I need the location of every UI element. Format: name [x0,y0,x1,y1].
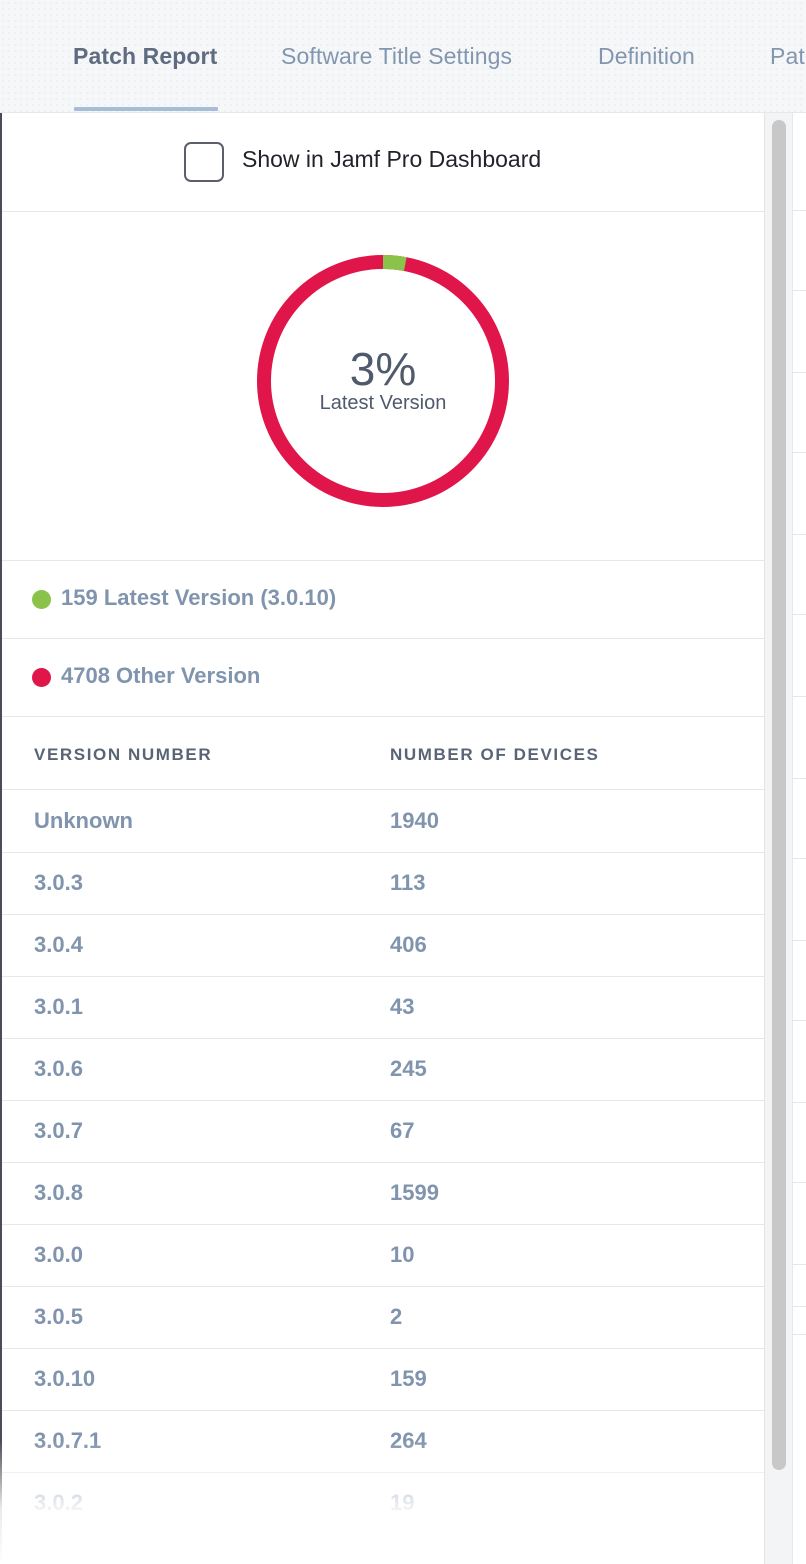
table-row[interactable]: 3.0.2 19 [2,1472,764,1534]
adjacent-panel-divider [793,858,806,859]
latest-version-caption: Latest Version [319,392,447,414]
patch-report-page: Patch Report Software Title Settings Def… [0,0,806,1564]
active-tab-indicator [74,107,218,111]
adjacent-panel-divider [793,614,806,615]
version-number-cell[interactable]: Unknown [34,808,133,834]
version-number-cell[interactable]: 3.0.6 [34,1056,83,1082]
adjacent-panel-divider [793,1306,806,1307]
legend-latest-label[interactable]: 159 Latest Version (3.0.10) [61,585,336,611]
table-row[interactable]: 3.0.3 113 [2,852,764,915]
table-row[interactable]: 3.0.7.1 264 [2,1410,764,1473]
adjacent-panel-divider [793,1020,806,1021]
adjacent-panel-divider [793,290,806,291]
tab-patch-report[interactable]: Patch Report [73,43,217,70]
adjacent-panel-divider [793,696,806,697]
device-count-cell[interactable]: 159 [390,1366,427,1392]
patch-report-panel: Show in Jamf Pro Dashboard 3% Latest Ver… [0,113,764,1564]
column-header-version-number[interactable]: VERSION NUMBER [34,745,212,765]
table-row[interactable]: 3.0.8 1599 [2,1162,764,1225]
version-number-cell[interactable]: 3.0.10 [34,1366,95,1392]
scrollbar-thumb[interactable] [772,120,786,1470]
version-number-cell[interactable]: 3.0.4 [34,932,83,958]
device-count-cell[interactable]: 2 [390,1304,402,1330]
device-count-cell[interactable]: 10 [390,1242,414,1268]
tab-patch-partial[interactable]: Pat [770,43,805,70]
legend-other-version[interactable]: 4708 Other Version [2,639,764,717]
table-row[interactable]: 3.0.5 2 [2,1286,764,1349]
version-number-cell[interactable]: 3.0.1 [34,994,83,1020]
version-number-cell[interactable]: 3.0.3 [34,870,83,896]
adjacent-panel-divider [793,452,806,453]
table-row[interactable]: 3.0.1 43 [2,976,764,1039]
version-number-cell[interactable]: 3.0.7.1 [34,1428,101,1454]
adjacent-panel-divider [793,778,806,779]
show-in-dashboard-label[interactable]: Show in Jamf Pro Dashboard [242,146,541,173]
tab-software-title-settings[interactable]: Software Title Settings [281,43,512,70]
device-count-cell[interactable]: 264 [390,1428,427,1454]
device-count-cell[interactable]: 245 [390,1056,427,1082]
device-count-cell[interactable]: 67 [390,1118,414,1144]
show-in-dashboard-checkbox[interactable] [184,142,224,182]
version-number-cell[interactable]: 3.0.0 [34,1242,83,1268]
adjacent-panel-divider [793,1102,806,1103]
device-count-cell[interactable]: 1599 [390,1180,439,1206]
dashboard-toggle-row: Show in Jamf Pro Dashboard [2,113,764,212]
table-row[interactable]: 3.0.10 159 [2,1348,764,1411]
device-count-cell[interactable]: 1940 [390,808,439,834]
device-count-cell[interactable]: 113 [390,870,426,896]
adjacent-panel-edge [792,113,806,1564]
device-count-cell[interactable]: 19 [390,1490,414,1516]
adjacent-panel-divider [793,1264,806,1265]
device-count-cell[interactable]: 43 [390,994,414,1020]
table-row[interactable]: 3.0.7 67 [2,1100,764,1163]
version-number-cell[interactable]: 3.0.7 [34,1118,83,1144]
version-number-cell[interactable]: 3.0.8 [34,1180,83,1206]
table-row[interactable]: 3.0.0 10 [2,1224,764,1287]
adjacent-panel-divider [793,1182,806,1183]
tab-definition[interactable]: Definition [598,43,695,70]
version-number-cell[interactable]: 3.0.5 [34,1304,83,1330]
tab-bar: Patch Report Software Title Settings Def… [0,0,806,113]
version-table-header: VERSION NUMBER NUMBER OF DEVICES [2,717,764,790]
table-row[interactable]: 3.0.6 245 [2,1038,764,1101]
green-dot-icon [32,590,51,609]
adjacent-panel-divider [793,534,806,535]
table-row[interactable]: Unknown 1940 [2,790,764,853]
adjacent-panel-divider [793,210,806,211]
legend-latest-version[interactable]: 159 Latest Version (3.0.10) [2,561,764,639]
device-count-cell[interactable]: 406 [390,932,427,958]
adjacent-panel-divider [793,940,806,941]
version-number-cell[interactable]: 3.0.2 [34,1490,83,1516]
adjacent-panel-divider [793,372,806,373]
adjacent-panel-divider [793,1334,806,1335]
latest-version-summary: 3% Latest Version [2,212,764,561]
table-row[interactable]: 3.0.4 406 [2,914,764,977]
column-header-number-of-devices[interactable]: NUMBER OF DEVICES [390,745,600,765]
legend-other-label[interactable]: 4708 Other Version [61,663,260,689]
red-dot-icon [32,668,51,687]
latest-version-percent: 3% [349,343,417,395]
